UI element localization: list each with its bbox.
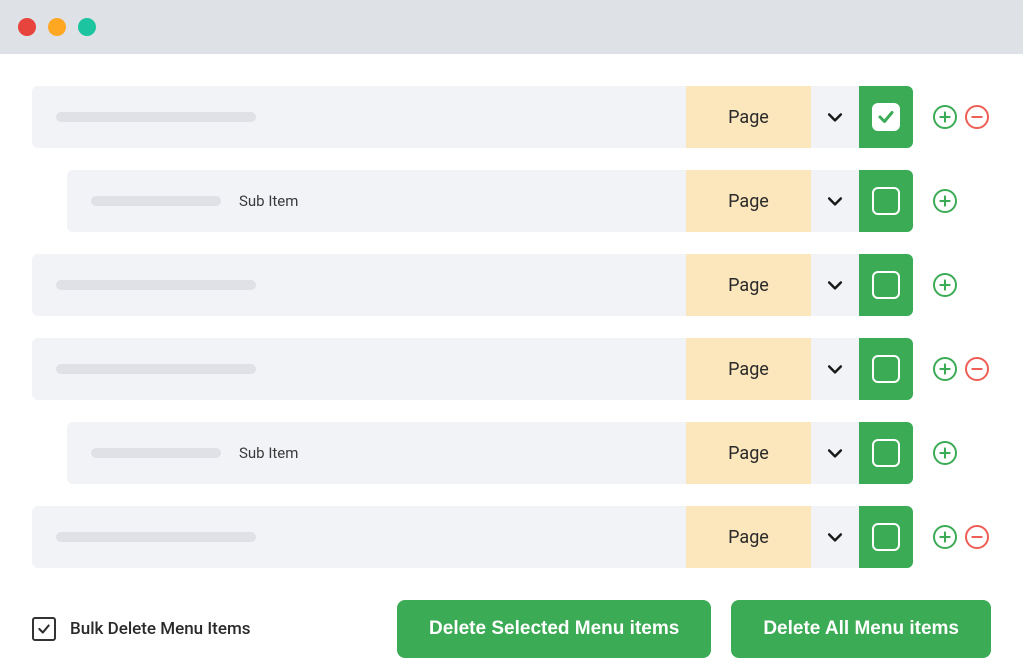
menu-row-main[interactable]: Sub Item — [67, 422, 686, 484]
checkbox-box — [872, 355, 900, 383]
app-window: PageSub ItemPagePagePageSub ItemPagePage… — [0, 0, 1023, 670]
menu-row: Page — [32, 338, 991, 400]
bulk-delete-toggle[interactable]: Bulk Delete Menu Items — [32, 617, 251, 641]
check-icon — [877, 108, 895, 126]
type-badge: Page — [686, 86, 811, 148]
window-zoom-dot[interactable] — [78, 18, 96, 36]
checkbox-box — [872, 271, 900, 299]
row-actions — [913, 254, 991, 316]
row-actions — [913, 170, 991, 232]
sub-item-label: Sub Item — [239, 192, 298, 210]
title-placeholder — [56, 280, 256, 290]
titlebar — [0, 0, 1023, 54]
add-row-button[interactable] — [933, 273, 957, 297]
window-minimize-dot[interactable] — [48, 18, 66, 36]
row-dropdown[interactable] — [811, 506, 859, 568]
row-select-checkbox[interactable] — [859, 422, 913, 484]
add-row-button[interactable] — [933, 441, 957, 465]
chevron-down-icon — [825, 443, 845, 463]
plus-icon — [938, 278, 952, 292]
row-actions — [913, 506, 991, 568]
chevron-down-icon — [825, 107, 845, 127]
title-placeholder — [56, 364, 256, 374]
row-select-checkbox[interactable] — [859, 170, 913, 232]
checkbox-box — [872, 523, 900, 551]
row-select-checkbox[interactable] — [859, 338, 913, 400]
bulk-delete-label: Bulk Delete Menu Items — [70, 619, 251, 639]
menu-row: Sub Item Page — [67, 422, 991, 484]
row-select-checkbox[interactable] — [859, 506, 913, 568]
menu-row-main[interactable]: Sub Item — [67, 170, 686, 232]
title-placeholder — [56, 112, 256, 122]
row-select-checkbox[interactable] — [859, 254, 913, 316]
row-dropdown[interactable] — [811, 338, 859, 400]
checkbox-box — [872, 439, 900, 467]
delete-row-button[interactable] — [965, 105, 989, 129]
delete-selected-button[interactable]: Delete Selected Menu items — [397, 600, 711, 658]
check-icon — [37, 622, 51, 636]
title-placeholder — [91, 448, 221, 458]
window-close-dot[interactable] — [18, 18, 36, 36]
delete-row-button[interactable] — [965, 525, 989, 549]
row-dropdown[interactable] — [811, 86, 859, 148]
row-select-checkbox[interactable] — [859, 86, 913, 148]
menu-row-main[interactable] — [32, 506, 686, 568]
checkbox-box — [872, 187, 900, 215]
delete-all-button[interactable]: Delete All Menu items — [731, 600, 991, 658]
menu-row-main[interactable] — [32, 86, 686, 148]
chevron-down-icon — [825, 191, 845, 211]
footer-actions: Bulk Delete Menu Items Delete Selected M… — [0, 590, 1023, 658]
add-row-button[interactable] — [933, 525, 957, 549]
plus-icon — [938, 194, 952, 208]
menu-rows-container: Page Sub Item Page Page Page Sub Item Page Page — [0, 54, 1023, 568]
delete-row-button[interactable] — [965, 357, 989, 381]
row-actions — [913, 422, 991, 484]
chevron-down-icon — [825, 275, 845, 295]
chevron-down-icon — [825, 359, 845, 379]
checkbox-box — [872, 103, 900, 131]
minus-icon — [970, 110, 984, 124]
plus-icon — [938, 362, 952, 376]
minus-icon — [970, 362, 984, 376]
row-actions — [913, 338, 991, 400]
add-row-button[interactable] — [933, 105, 957, 129]
menu-row: Page — [32, 506, 991, 568]
type-badge: Page — [686, 422, 811, 484]
plus-icon — [938, 110, 952, 124]
type-badge: Page — [686, 170, 811, 232]
row-dropdown[interactable] — [811, 422, 859, 484]
title-placeholder — [56, 532, 256, 542]
type-badge: Page — [686, 338, 811, 400]
minus-icon — [970, 530, 984, 544]
bulk-delete-checkbox[interactable] — [32, 617, 56, 641]
type-badge: Page — [686, 254, 811, 316]
plus-icon — [938, 446, 952, 460]
chevron-down-icon — [825, 527, 845, 547]
row-dropdown[interactable] — [811, 254, 859, 316]
row-actions — [913, 86, 991, 148]
add-row-button[interactable] — [933, 189, 957, 213]
menu-row: Page — [32, 86, 991, 148]
menu-row-main[interactable] — [32, 338, 686, 400]
menu-row: Page — [32, 254, 991, 316]
row-dropdown[interactable] — [811, 170, 859, 232]
title-placeholder — [91, 196, 221, 206]
plus-icon — [938, 530, 952, 544]
type-badge: Page — [686, 506, 811, 568]
menu-row-main[interactable] — [32, 254, 686, 316]
menu-row: Sub Item Page — [67, 170, 991, 232]
add-row-button[interactable] — [933, 357, 957, 381]
sub-item-label: Sub Item — [239, 444, 298, 462]
